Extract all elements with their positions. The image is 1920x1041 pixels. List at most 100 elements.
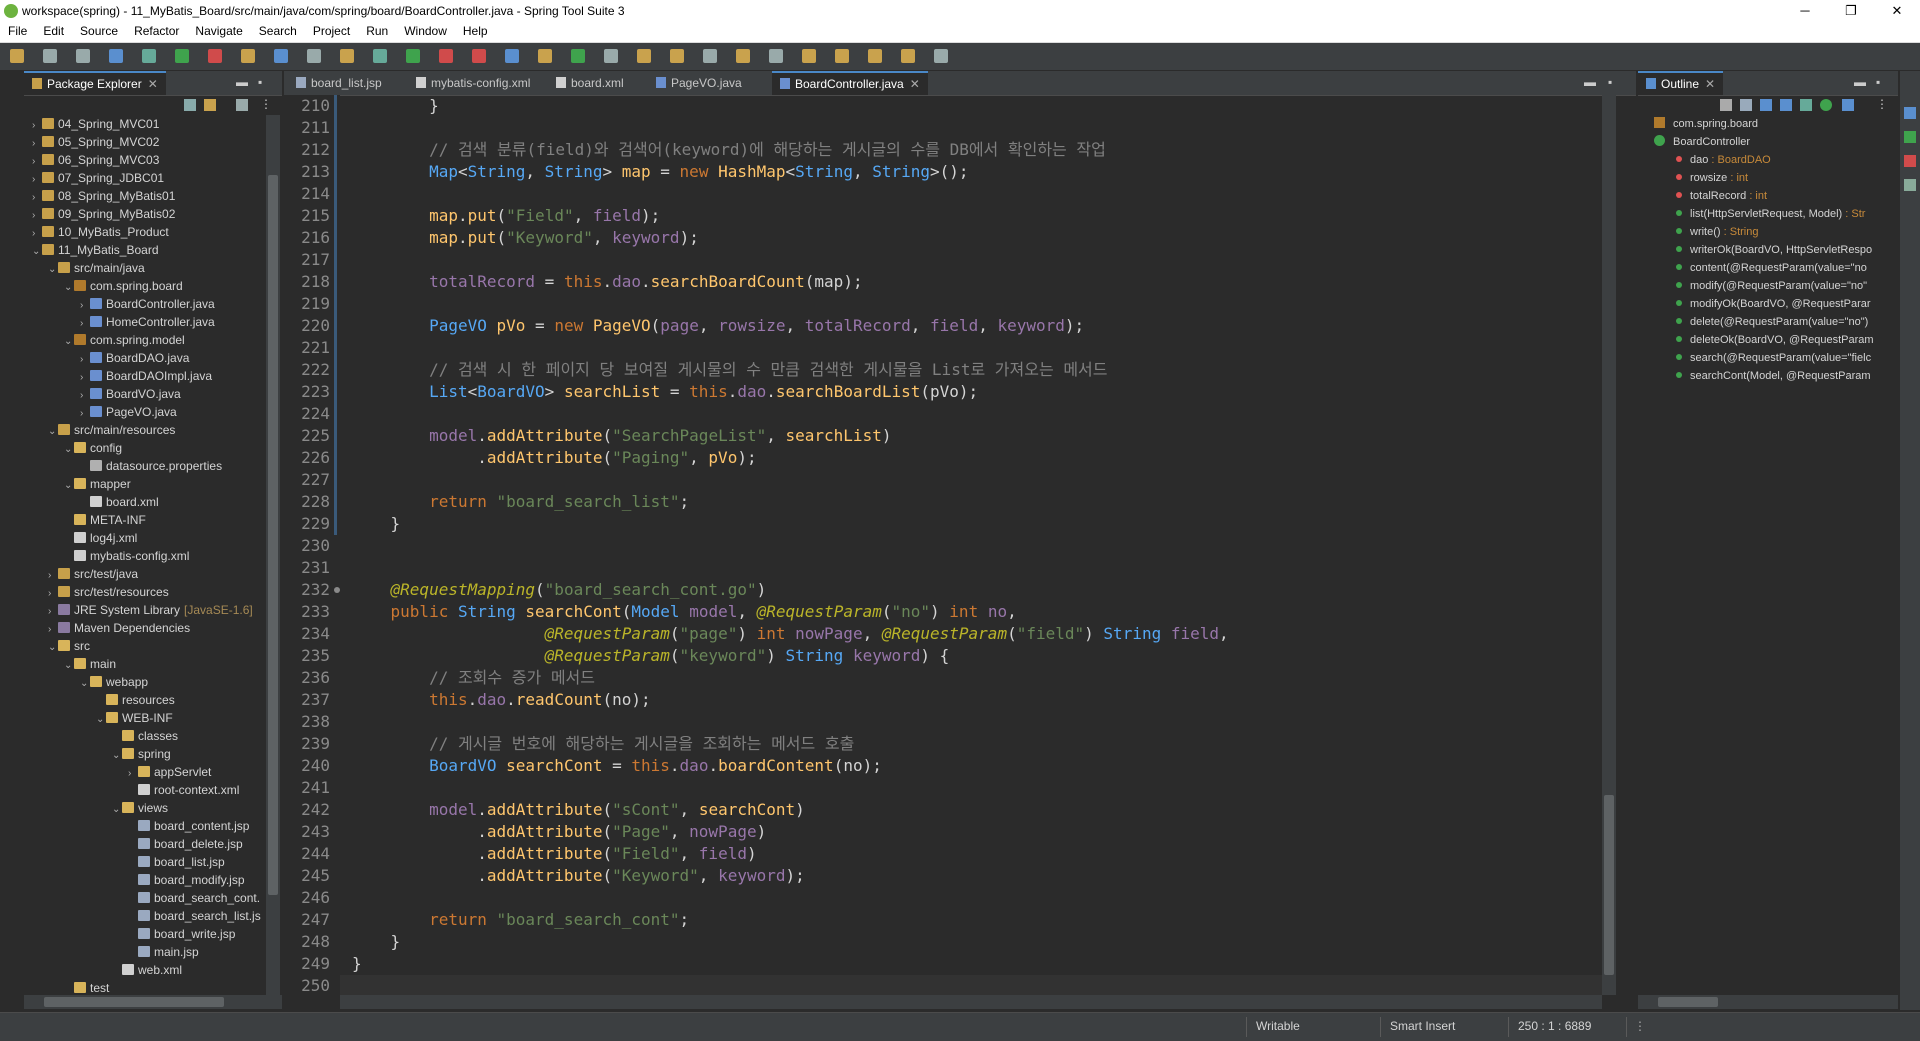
hide-fields-icon[interactable] [1760, 99, 1772, 111]
toolbar-icon[interactable] [538, 49, 552, 63]
code-line[interactable]: Map<String, String> map = new HashMap<St… [352, 161, 969, 183]
tree-item[interactable]: ⌄ spring [112, 745, 171, 763]
task-list-icon[interactable] [1904, 107, 1916, 119]
tree-item[interactable]: ⌄ views [112, 799, 168, 817]
code-line[interactable]: model.addAttribute("SearchPageList", sea… [352, 425, 891, 447]
tree-item[interactable]: › 07_Spring_JDBC01 [32, 169, 164, 187]
tree-item[interactable]: resources [96, 691, 175, 709]
code-line[interactable]: .addAttribute("Page", nowPage) [352, 821, 766, 843]
code-line[interactable]: this.dao.readCount(no); [352, 689, 651, 711]
outline-item[interactable]: modifyOk(BoardVO, @RequestParar [1676, 295, 1894, 313]
close-icon[interactable]: ✕ [148, 77, 158, 91]
toolbar-icon[interactable] [637, 49, 651, 63]
tab-package-explorer[interactable]: Package Explorer ✕ [24, 71, 166, 95]
tree-item[interactable]: › BoardVO.java [80, 385, 181, 403]
tree-item[interactable]: board_content.jsp [128, 817, 249, 835]
menu-project[interactable]: Project [305, 22, 358, 40]
code-line[interactable]: .addAttribute("Field", field) [352, 843, 756, 865]
toolbar-icon[interactable] [109, 49, 123, 63]
editor-tab[interactable]: board_list.jsp [288, 71, 390, 95]
tree-item[interactable]: board.xml [80, 493, 159, 511]
tree-item[interactable]: ⌄ src/main/resources [48, 421, 175, 439]
tree-item[interactable]: ⌄ config [64, 439, 122, 457]
view-menu-icon[interactable]: ⋮ [1876, 97, 1888, 111]
toolbar-icon[interactable] [340, 49, 354, 63]
toolbar-icon[interactable] [769, 49, 783, 63]
tree-item[interactable]: ⌄ src/main/java [48, 259, 145, 277]
chevron-down-icon[interactable]: ⌄ [32, 243, 42, 261]
tree-item[interactable]: › 10_MyBatis_Product [32, 223, 169, 241]
code-line[interactable]: PageVO pVo = new PageVO(page, rowsize, t… [352, 315, 1084, 337]
code-line[interactable]: @RequestMapping("board_search_cont.go") [352, 579, 767, 601]
maximize-button[interactable]: ❐ [1828, 0, 1874, 22]
chevron-down-icon[interactable]: ⌄ [64, 279, 74, 297]
tree-item[interactable]: ⌄ WEB-INF [96, 709, 173, 727]
chevron-down-icon[interactable]: ⌄ [64, 333, 74, 351]
code-line[interactable]: return "board_search_list"; [352, 491, 689, 513]
tree-item[interactable]: ⌄ src [48, 637, 90, 655]
toolbar-icon[interactable] [901, 49, 915, 63]
code-line[interactable]: map.put("Field", field); [352, 205, 660, 227]
tree-item[interactable]: › Maven Dependencies [48, 619, 190, 637]
chevron-down-icon[interactable]: ⌄ [48, 423, 58, 441]
maximize-view-icon[interactable]: ▪ [1876, 75, 1880, 89]
menu-run[interactable]: Run [358, 22, 396, 40]
outline-item[interactable]: BoardController [1654, 133, 1894, 151]
tree-item[interactable]: web.xml [112, 961, 182, 979]
code-line[interactable]: model.addAttribute("sCont", searchCont) [352, 799, 805, 821]
tree-item[interactable]: mybatis-config.xml [64, 547, 189, 565]
tree-item[interactable]: test [64, 979, 109, 995]
code-line[interactable]: map.put("Keyword", keyword); [352, 227, 699, 249]
outline-item[interactable]: list(HttpServletRequest, Model) : Str [1676, 205, 1894, 223]
tree-item[interactable]: board_modify.jsp [128, 871, 245, 889]
chevron-down-icon[interactable]: ⌄ [64, 441, 74, 459]
tree-item[interactable]: board_list.jsp [128, 853, 225, 871]
outline-item[interactable]: write() : String [1676, 223, 1894, 241]
chevron-down-icon[interactable]: ⌄ [80, 675, 90, 693]
menu-file[interactable]: File [0, 22, 35, 40]
toolbar-icon[interactable] [43, 49, 57, 63]
toolbar-icon[interactable] [670, 49, 684, 63]
outline-item[interactable]: totalRecord : int [1676, 187, 1894, 205]
toolbar-icon[interactable] [505, 49, 519, 63]
console-icon[interactable] [1904, 179, 1916, 191]
tree-item[interactable]: › 08_Spring_MyBatis01 [32, 187, 175, 205]
menu-edit[interactable]: Edit [35, 22, 72, 40]
chevron-down-icon[interactable]: ⌄ [112, 747, 122, 765]
code-line[interactable]: } [352, 953, 362, 975]
tree-item[interactable]: ⌄ main [64, 655, 116, 673]
outline-item[interactable]: searchCont(Model, @RequestParam [1676, 367, 1894, 385]
toolbar-icon[interactable] [406, 49, 420, 63]
editor-tab[interactable]: mybatis-config.xml [408, 71, 538, 95]
code-line[interactable]: @RequestParam("keyword") String keyword)… [352, 645, 950, 667]
code-line[interactable]: @RequestParam("page") int nowPage, @Requ… [352, 623, 1229, 645]
chevron-down-icon[interactable]: ⌄ [48, 261, 58, 279]
maximize-editor-icon[interactable]: ▪ [1608, 75, 1612, 89]
toolbar-icon[interactable] [208, 49, 222, 63]
toolbar-icon[interactable] [604, 49, 618, 63]
tree-item[interactable]: root-context.xml [128, 781, 239, 799]
tree-item[interactable]: ⌄ com.spring.model [64, 331, 185, 349]
editor-tab[interactable]: board.xml [548, 71, 632, 95]
chevron-down-icon[interactable]: ⌄ [112, 801, 122, 819]
tree-item[interactable]: main.jsp [128, 943, 199, 961]
tree-item[interactable]: ⌄ com.spring.board [64, 277, 183, 295]
package-explorer-hscroll[interactable] [24, 995, 282, 1009]
toolbar-icon[interactable] [571, 49, 585, 63]
problems-icon[interactable] [1904, 155, 1916, 167]
tree-item[interactable]: › 05_Spring_MVC02 [32, 133, 159, 151]
outline-item[interactable]: content(@RequestParam(value="no [1676, 259, 1894, 277]
outline-item[interactable]: dao : BoardDAO [1676, 151, 1894, 169]
chevron-down-icon[interactable]: ⌄ [64, 657, 74, 675]
code-line[interactable]: .addAttribute("Paging", pVo); [352, 447, 756, 469]
toolbar-icon[interactable] [175, 49, 189, 63]
tree-item[interactable]: classes [112, 727, 178, 745]
tree-item[interactable]: › BoardDAO.java [80, 349, 189, 367]
link-with-editor-icon[interactable] [204, 99, 216, 111]
tree-item[interactable]: › src/test/java [48, 565, 138, 583]
menu-refactor[interactable]: Refactor [126, 22, 187, 40]
tree-item[interactable]: board_search_cont. [128, 889, 260, 907]
code-line[interactable]: } [352, 513, 401, 535]
tree-item[interactable]: ⌄ 11_MyBatis_Board [32, 241, 159, 259]
code-line[interactable]: } [352, 95, 439, 117]
